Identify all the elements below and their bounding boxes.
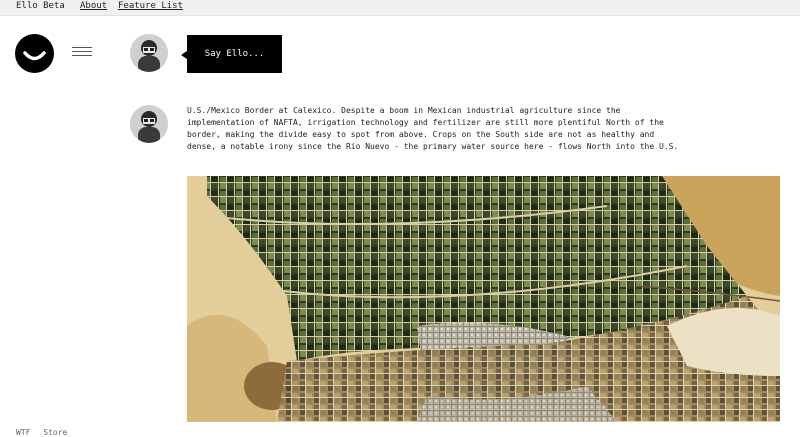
store-link[interactable]: Store	[43, 428, 67, 437]
ello-logo[interactable]	[15, 34, 54, 73]
user-avatar[interactable]	[130, 34, 168, 72]
about-link[interactable]: About	[80, 0, 107, 13]
post-image[interactable]	[187, 176, 780, 422]
footer-links: WTF Store	[16, 428, 75, 437]
wtf-link[interactable]: WTF	[16, 428, 30, 437]
feature-list-link[interactable]: Feature List	[118, 0, 183, 13]
hamburger-menu-icon[interactable]	[72, 47, 94, 59]
post-body-text: U.S./Mexico Border at Calexico. Despite …	[187, 106, 679, 151]
say-ello-button[interactable]: Say Ello...	[181, 35, 282, 73]
ello-smile-icon	[23, 51, 46, 61]
post-author-avatar[interactable]	[130, 105, 168, 143]
brand-label: Ello Beta	[16, 1, 65, 11]
aerial-border-photo	[187, 176, 780, 422]
top-bar: Ello Beta About Feature List	[0, 0, 800, 16]
